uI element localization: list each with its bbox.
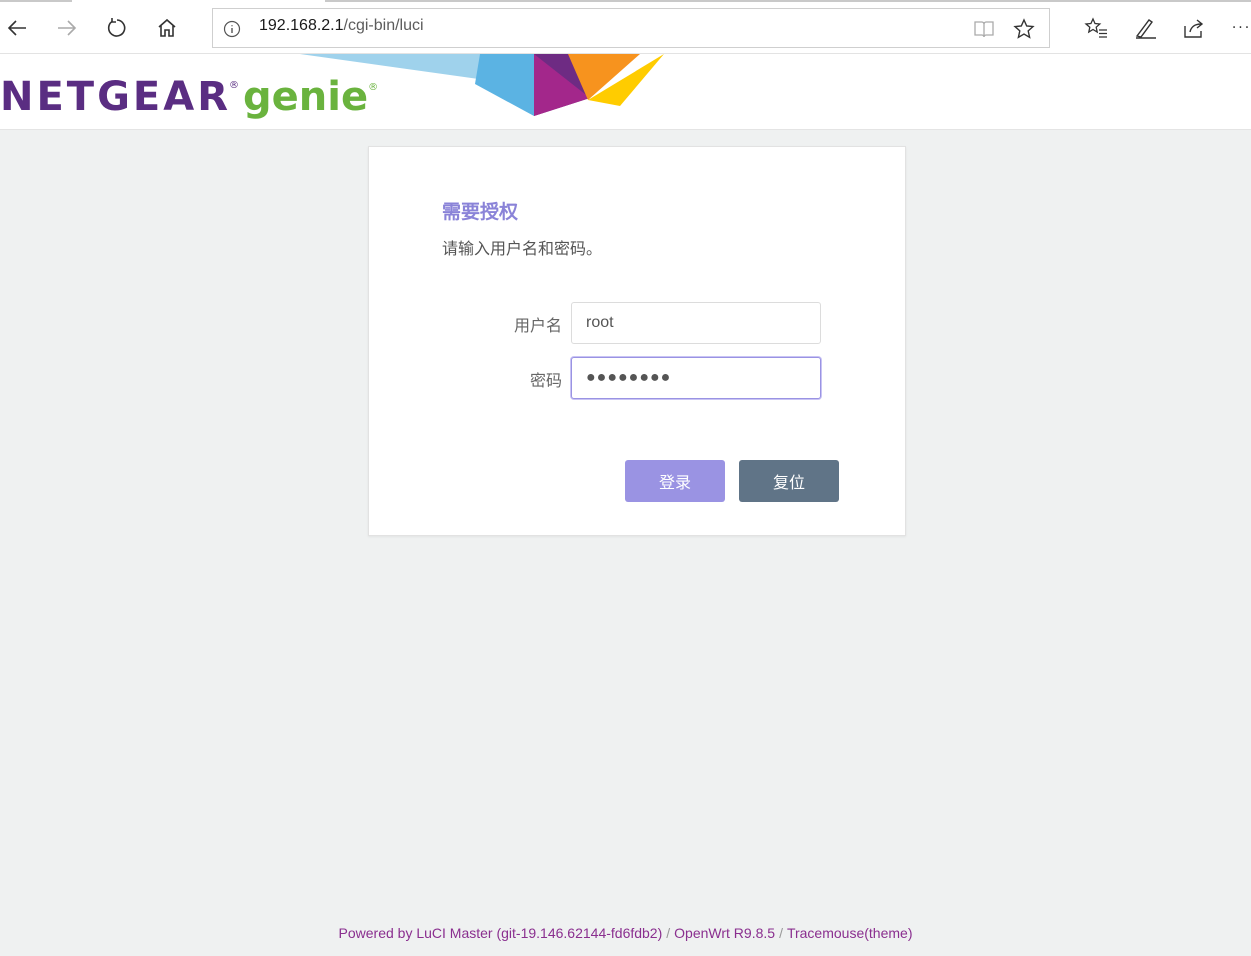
- home-icon: [158, 18, 176, 37]
- tab-indicator: [325, 0, 1251, 2]
- login-title: 需要授权: [442, 201, 519, 223]
- home-button[interactable]: [150, 12, 184, 44]
- brand-genie: genie: [243, 74, 369, 120]
- refresh-button[interactable]: [100, 12, 134, 44]
- forward-button[interactable]: [50, 12, 84, 44]
- username-label: 用户名: [513, 316, 562, 335]
- password-input[interactable]: [571, 357, 821, 399]
- refresh-icon: [107, 18, 126, 37]
- openwrt-link[interactable]: OpenWrt R9.8.5: [674, 925, 775, 941]
- pen-icon: [1135, 19, 1156, 39]
- back-icon: [7, 20, 26, 36]
- brand-netgear: NETGEAR: [0, 74, 231, 120]
- share-icon: [1184, 19, 1204, 38]
- tab-indicator: [0, 0, 72, 2]
- luci-link[interactable]: Powered by LuCI Master (git-19.146.62144…: [339, 925, 663, 941]
- favorites-button[interactable]: [1082, 14, 1110, 42]
- theme-link[interactable]: Tracemouse(theme): [787, 925, 913, 941]
- browser-toolbar: 192.168.2.1/cgi-bin/luci ···: [0, 0, 1251, 54]
- password-label: 密码: [529, 371, 562, 390]
- favorite-star-icon[interactable]: [1013, 18, 1035, 40]
- reset-button[interactable]: 复位: [739, 460, 839, 502]
- reading-view-icon[interactable]: [973, 19, 995, 39]
- forward-icon: [58, 20, 77, 36]
- url-text[interactable]: 192.168.2.1/cgi-bin/luci: [259, 17, 424, 35]
- address-bar[interactable]: 192.168.2.1/cgi-bin/luci: [212, 8, 1050, 48]
- more-button[interactable]: ···: [1232, 14, 1251, 42]
- brand-logo: NETGEAR® genie®: [0, 74, 379, 120]
- login-description: 请输入用户名和密码。: [442, 239, 603, 258]
- site-header: NETGEAR® genie®: [0, 54, 1251, 130]
- notes-button[interactable]: [1131, 14, 1159, 42]
- login-card: 需要授权 请输入用户名和密码。 用户名 密码 登录 复位: [368, 146, 906, 536]
- login-button[interactable]: 登录: [625, 460, 725, 502]
- info-icon[interactable]: [223, 20, 241, 38]
- back-button[interactable]: [0, 12, 34, 44]
- share-button[interactable]: [1180, 14, 1208, 42]
- favorites-list-icon: [1084, 17, 1107, 38]
- more-icon: ···: [1231, 20, 1251, 36]
- username-input[interactable]: [571, 302, 821, 344]
- footer: Powered by LuCI Master (git-19.146.62144…: [338, 925, 913, 941]
